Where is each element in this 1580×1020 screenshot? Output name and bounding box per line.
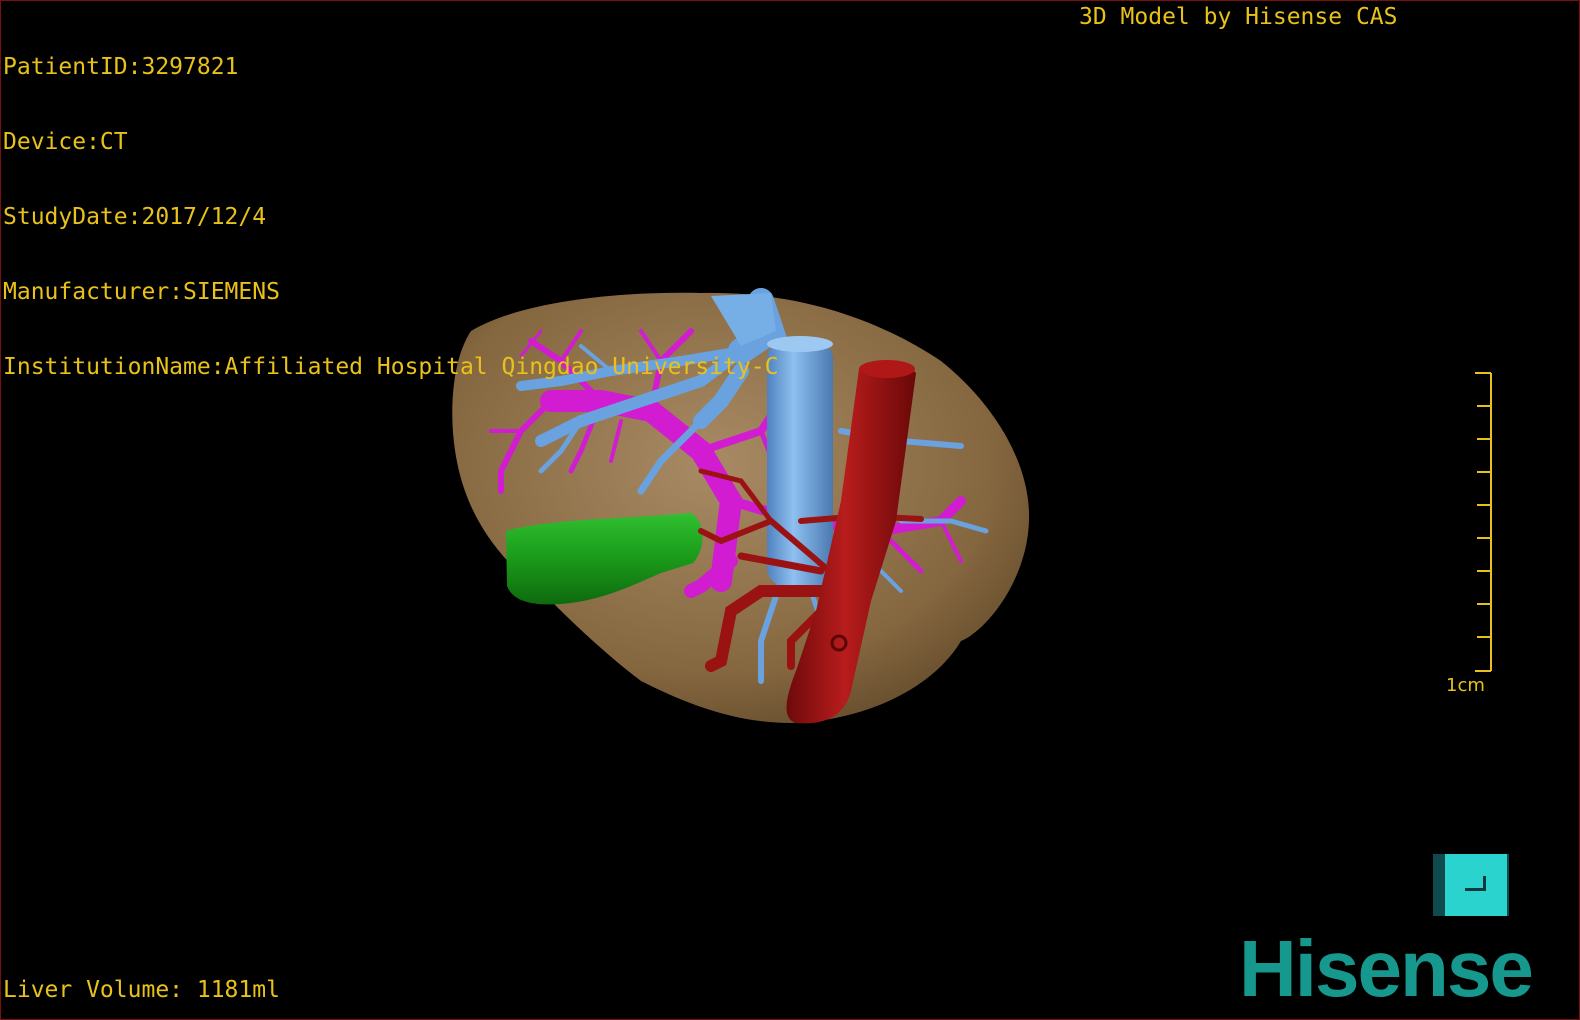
institution-name: InstitutionName:Affiliated Hospital Qing… bbox=[3, 354, 779, 380]
scale-bar bbox=[1475, 372, 1492, 672]
scale-bar-label: 1cm bbox=[1446, 675, 1485, 696]
liver-volume: Liver Volume: 1181ml bbox=[3, 977, 280, 1003]
model-credit: 3D Model by Hisense CAS bbox=[1079, 4, 1398, 30]
hisense-logo: Hisense bbox=[1239, 924, 1534, 1013]
dicom-info: PatientID:3297821 Device:CT StudyDate:20… bbox=[3, 5, 778, 430]
corner-icon bbox=[1445, 854, 1507, 916]
device: Device:CT bbox=[3, 129, 128, 155]
view-corner-button[interactable] bbox=[1433, 854, 1509, 916]
3d-viewport[interactable]: PatientID:3297821 Device:CT StudyDate:20… bbox=[0, 0, 1580, 1020]
study-date: StudyDate:2017/12/4 bbox=[3, 204, 267, 230]
patient-id: PatientID:3297821 bbox=[3, 54, 239, 80]
manufacturer: Manufacturer:SIEMENS bbox=[3, 279, 280, 305]
